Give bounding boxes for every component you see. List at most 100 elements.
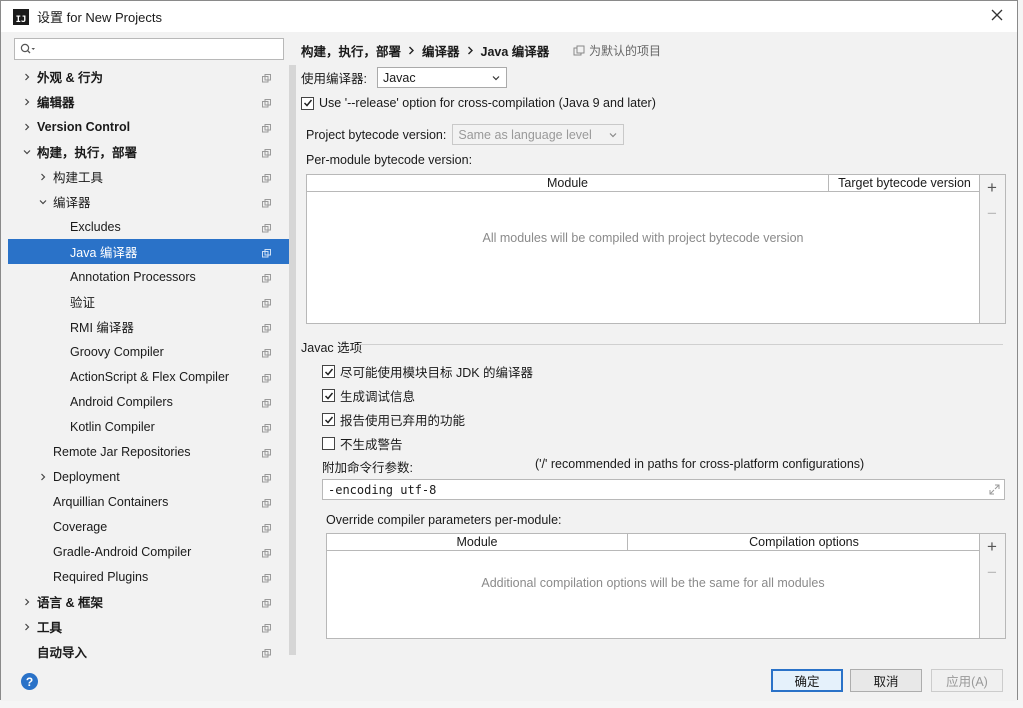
chevron-down-icon[interactable] [22,147,32,157]
chevron-right-icon[interactable] [22,597,32,607]
copy-icon [262,522,271,533]
copy-icon [262,447,271,458]
sidebar-item[interactable]: Kotlin Compiler [8,414,291,439]
sidebar-item-label: Arquillian Containers [53,494,169,509]
compiler-select[interactable]: Javac [376,67,507,88]
cmd-params-hint: ('/' recommended in paths for cross-plat… [535,457,865,471]
compiler-select-value: Javac [382,70,416,85]
chevron-right-icon[interactable] [22,72,32,82]
sidebar-item[interactable]: RMI 编译器 [8,314,291,339]
column-header-module[interactable]: Module [327,534,627,550]
javac-option-row[interactable]: 报告使用已弃用的功能 [322,410,465,429]
column-header-target[interactable]: Target bytecode version [828,175,980,191]
copy-icon [262,547,271,558]
cancel-button[interactable]: 取消 [850,669,922,692]
settings-dialog: IJ 设置 for New Projects 外观 & 行为编辑器 Version… [0,0,1018,701]
cmd-params-hint-row: ('/' recommended in paths for cross-plat… [535,457,864,471]
sidebar-item[interactable]: 构建，执行，部署 [8,139,291,164]
chevron-right-icon[interactable] [22,622,32,632]
check-icon [324,416,333,424]
remove-override-button[interactable]: − [980,560,1004,586]
chevron-down-icon[interactable] [38,197,48,207]
javac-option-row[interactable]: 不生成警告 [322,434,403,453]
sidebar-item[interactable]: 外观 & 行为 [8,64,291,89]
copy-icon [262,472,271,483]
sidebar-item[interactable]: Excludes [8,214,291,239]
sidebar-item[interactable]: Java 编译器 [8,239,291,264]
release-option-label: Use '--release' option for cross-compila… [319,96,656,110]
copy-icon [262,197,271,208]
module-bytecode-table[interactable]: Module Target bytecode version All modul… [306,174,980,324]
javac-option-checkbox[interactable] [322,413,335,426]
check-icon [324,392,333,400]
override-label-row: Override compiler parameters per-module: [326,513,562,527]
copy-icon [262,297,271,308]
sidebar-item-label: 构建，执行，部署 [37,146,138,160]
sidebar-item[interactable]: 编辑器 [8,89,291,114]
title-bar: IJ 设置 for New Projects [1,1,1017,32]
chevron-right-icon [408,44,415,58]
settings-search-input[interactable] [14,38,284,60]
sidebar-item[interactable]: Remote Jar Repositories [8,439,291,464]
chevron-right-icon [467,44,474,58]
column-header-options[interactable]: Compilation options [627,534,980,550]
cmd-params-input[interactable]: -encoding utf-8 [322,479,1005,500]
sidebar-item-label: Kotlin Compiler [70,419,155,434]
chevron-right-icon[interactable] [22,97,32,107]
sidebar-item[interactable]: Version Control [8,114,291,139]
javac-option-checkbox[interactable] [322,365,335,378]
sidebar-item[interactable]: Android Compilers [8,389,291,414]
sidebar-item[interactable]: 编译器 [8,189,291,214]
copy-icon [262,622,271,633]
column-header-module[interactable]: Module [307,175,828,191]
chevron-right-icon[interactable] [38,172,48,182]
sidebar-item-label: Version Control [37,119,131,134]
add-override-button[interactable]: + [980,534,1004,560]
add-module-button[interactable]: + [980,175,1004,201]
sidebar-item[interactable]: Deployment [8,464,291,489]
use-compiler-label: 使用编译器: [301,72,367,86]
sidebar-item[interactable]: 工具 [8,614,291,639]
sidebar-item-label: Java 编译器 [70,246,138,260]
sidebar-item[interactable]: 语言 & 框架 [8,589,291,614]
sidebar-item[interactable]: ActionScript & Flex Compiler [8,364,291,389]
chevron-right-icon[interactable] [22,122,32,132]
ok-button[interactable]: 确定 [771,669,843,692]
javac-option-checkbox[interactable] [322,389,335,402]
javac-option-row[interactable]: 生成调试信息 [322,386,415,405]
section-divider [359,344,1003,345]
javac-option-label: 不生成警告 [340,438,403,452]
sidebar-item[interactable]: Groovy Compiler [8,339,291,364]
javac-option-checkbox[interactable] [322,437,335,450]
sidebar-item-label: 编辑器 [37,96,75,110]
expand-icon[interactable] [989,484,1000,495]
sidebar-item-label: Remote Jar Repositories [53,444,191,459]
sidebar-item[interactable]: Required Plugins [8,564,291,589]
javac-option-row[interactable]: 尽可能使用模块目标 JDK 的编译器 [322,362,533,381]
sidebar-item[interactable]: 构建工具 [8,164,291,189]
default-project-hint: 为默认的项目 [573,42,661,59]
sidebar-item[interactable]: Arquillian Containers [8,489,291,514]
bytecode-select[interactable]: Same as language level [452,124,625,145]
remove-module-button[interactable]: − [980,201,1004,227]
bytecode-select-value: Same as language level [458,127,592,142]
table-header: Module Compilation options [327,534,979,551]
javac-section-title: Javac 选项 [301,337,362,356]
sidebar-item[interactable]: Annotation Processors [8,264,291,289]
close-button[interactable] [987,7,1007,25]
bytecode-label: Project bytecode version: [306,127,447,142]
chevron-right-icon[interactable] [38,472,48,482]
sidebar-item-label: Groovy Compiler [70,344,164,359]
copy-icon [262,372,271,383]
release-option-row[interactable]: Use '--release' option for cross-compila… [301,96,656,110]
sidebar-item[interactable]: Coverage [8,514,291,539]
sidebar-item[interactable]: Gradle-Android Compiler [8,539,291,564]
sidebar-item[interactable]: 验证 [8,289,291,314]
sidebar-item-label: 语言 & 框架 [37,596,103,610]
apply-button[interactable]: 应用(A) [931,669,1003,692]
sidebar-item-label: Gradle-Android Compiler [53,544,192,559]
help-button[interactable]: ? [21,673,38,690]
chevron-down-icon [492,76,500,81]
release-option-checkbox[interactable] [301,96,314,110]
override-params-table[interactable]: Module Compilation options Additional co… [326,533,980,639]
